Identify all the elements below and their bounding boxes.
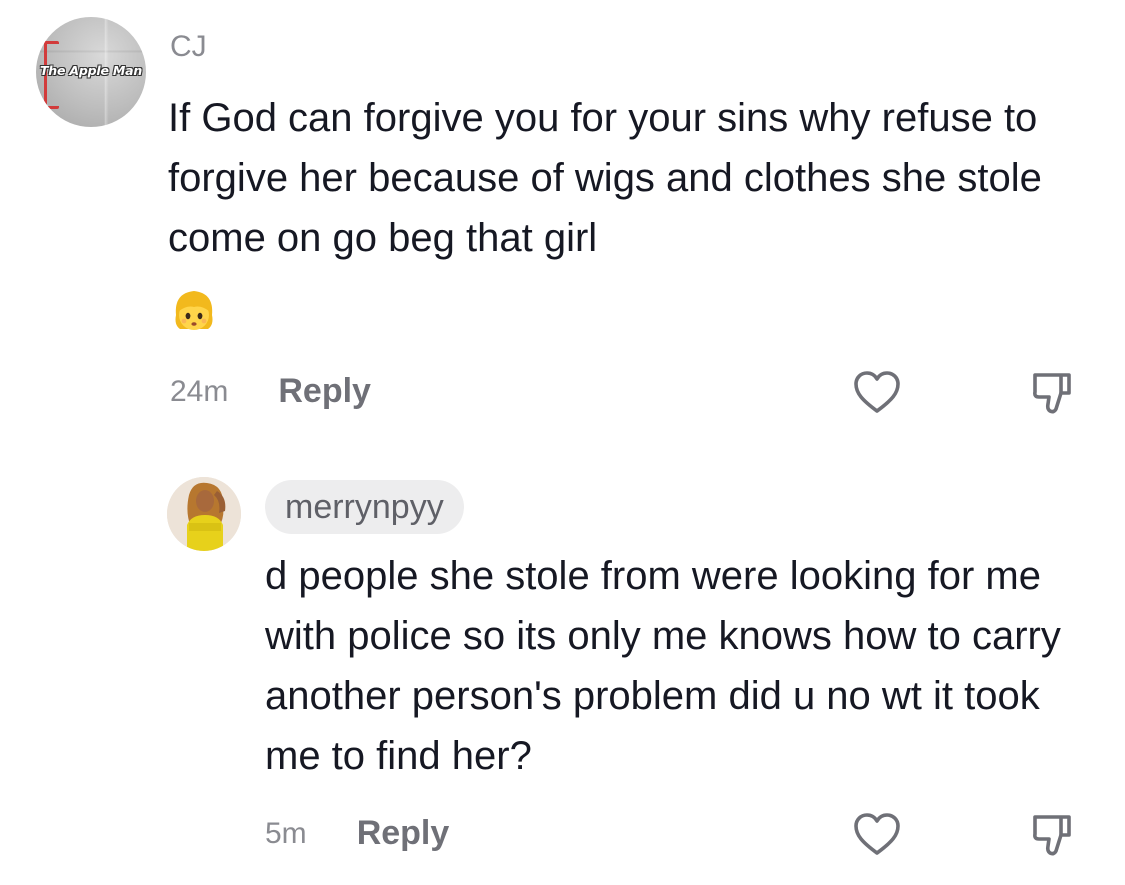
comment-username[interactable]: CJ	[170, 30, 207, 64]
reply-meta: 5m Reply	[265, 814, 449, 853]
comment-time: 24m	[170, 374, 229, 408]
comments-panel: The Apple Man CJ If God can forgive you …	[0, 0, 1125, 885]
avatar-label: The Apple Man	[39, 63, 143, 78]
heart-icon	[854, 371, 900, 413]
reply-username[interactable]: merrynpyy	[265, 480, 464, 534]
reply-time: 5m	[265, 816, 307, 850]
thumbs-down-icon	[1033, 815, 1071, 856]
reply-like-button[interactable]	[851, 808, 903, 860]
like-button[interactable]	[851, 366, 903, 418]
comment-text: If God can forgive you for your sins why…	[168, 96, 1042, 260]
reply-reply-button[interactable]: Reply	[357, 814, 450, 853]
reply-text: d people she stole from were looking for…	[265, 554, 1061, 778]
avatar[interactable]: The Apple Man	[36, 17, 146, 127]
dislike-button[interactable]	[1028, 366, 1080, 418]
reply-dislike-button[interactable]	[1028, 808, 1080, 860]
reply-avatar[interactable]	[167, 477, 241, 551]
reply-button[interactable]: Reply	[278, 372, 371, 411]
thumbs-down-icon	[1033, 373, 1071, 414]
comment-meta: 24m Reply	[170, 372, 371, 411]
heart-icon	[854, 813, 900, 855]
girl-emoji-icon	[175, 291, 213, 330]
